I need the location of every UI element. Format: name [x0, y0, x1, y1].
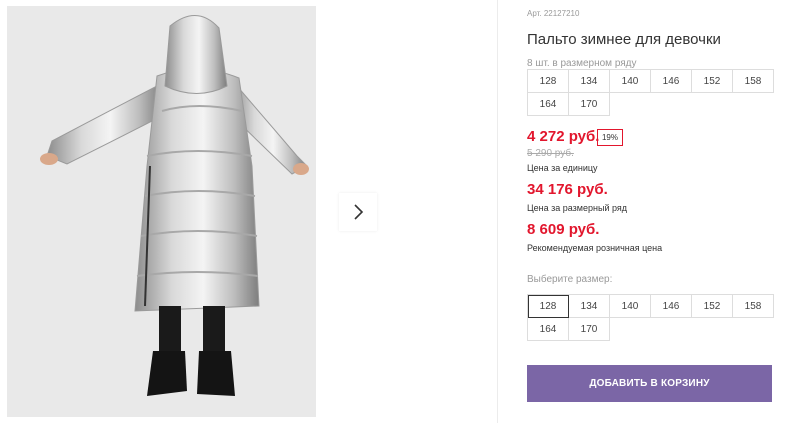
chevron-right-icon — [354, 204, 364, 220]
coat-illustration — [40, 15, 309, 396]
product-sku: Арт. 22127210 — [527, 9, 580, 18]
pack-size-cell: 164 — [528, 93, 569, 116]
choose-size-label: Выберите размер: — [527, 274, 613, 285]
add-to-cart-button[interactable]: ДОБАВИТЬ В КОРЗИНУ — [527, 365, 772, 402]
size-option[interactable]: 164 — [528, 318, 569, 341]
size-option[interactable]: 158 — [733, 295, 774, 318]
size-option[interactable]: 134 — [569, 295, 610, 318]
pack-size-note: 8 шт. в размерном ряду — [527, 58, 637, 69]
pack-size-cell: 128 — [528, 70, 569, 93]
pack-size-cell: 146 — [651, 70, 692, 93]
size-selector: 128 134 140 146 152 158 164 170 — [527, 294, 774, 341]
size-option[interactable]: 146 — [651, 295, 692, 318]
panel-divider — [497, 0, 498, 423]
size-option-selected[interactable]: 128 — [528, 295, 569, 318]
size-option[interactable]: 170 — [569, 318, 610, 341]
retail-price: 8 609 руб. — [527, 221, 600, 238]
size-option[interactable]: 140 — [610, 295, 651, 318]
discount-badge: 19% — [597, 129, 623, 146]
pack-size-cell: 140 — [610, 70, 651, 93]
pack-size-cell: 134 — [569, 70, 610, 93]
old-price: 5 290 руб. — [527, 148, 574, 159]
pack-size-grid: 128 134 140 146 152 158 164 170 — [527, 69, 774, 116]
unit-price: 4 272 руб. — [527, 128, 600, 145]
product-photo — [7, 6, 316, 417]
pack-size-cell: 152 — [692, 70, 733, 93]
gallery-next-button[interactable] — [339, 193, 377, 231]
pack-size-cell: 170 — [569, 93, 610, 116]
product-title: Пальто зимнее для девочки — [527, 31, 721, 48]
pack-price: 34 176 руб. — [527, 181, 608, 198]
pack-price-label: Цена за размерный ряд — [527, 203, 628, 213]
retail-price-label: Рекомендуемая розничная цена — [527, 243, 663, 253]
pack-size-cell: 158 — [733, 70, 774, 93]
unit-price-label: Цена за единицу — [527, 163, 598, 173]
size-option[interactable]: 152 — [692, 295, 733, 318]
